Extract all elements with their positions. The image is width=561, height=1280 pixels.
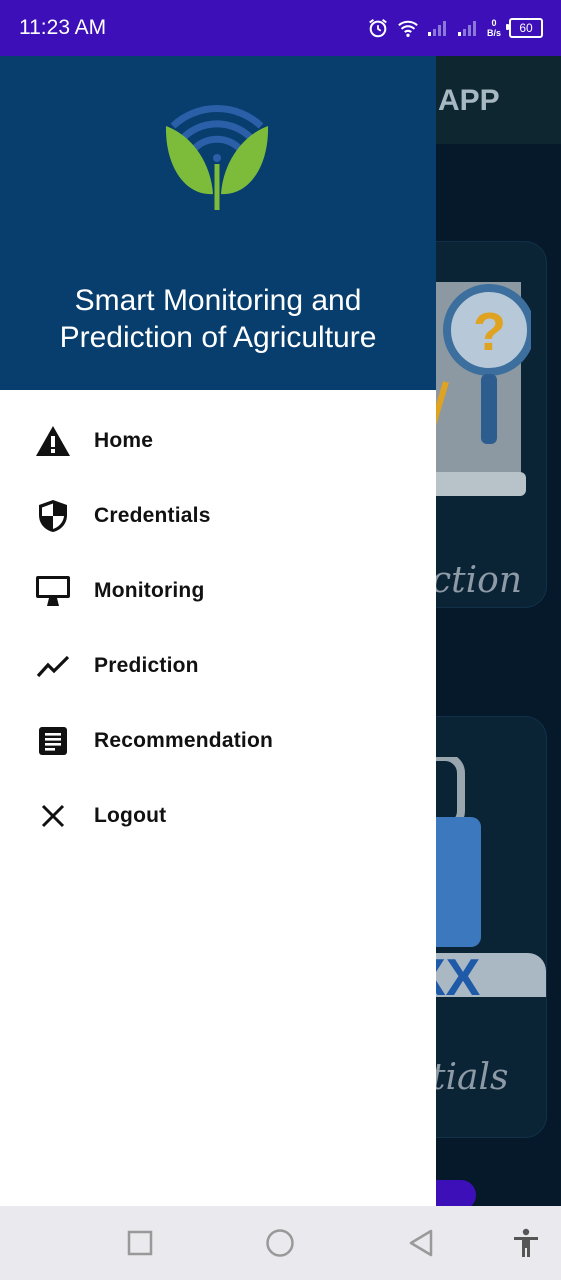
menu-label-recommendation: Recommendation — [94, 729, 273, 752]
menu-item-prediction[interactable]: Prediction — [0, 628, 436, 703]
status-icons: 0 B/s 60 — [367, 14, 543, 42]
menu-label-credentials: Credentials — [94, 504, 211, 527]
system-nav-bar — [0, 1206, 561, 1280]
close-icon — [34, 799, 72, 833]
shield-icon — [34, 499, 72, 533]
recent-apps-icon[interactable] — [127, 1230, 153, 1256]
card-label-prediction: ction — [431, 560, 523, 601]
drawer-menu: Home Credentials Monitoring Prediction R… — [0, 403, 436, 853]
drawer-title: Smart Monitoring and Prediction of Agric… — [59, 284, 377, 354]
status-time: 11:23 AM — [19, 16, 107, 39]
menu-item-home[interactable]: Home — [0, 403, 436, 478]
document-icon — [34, 724, 72, 758]
accessibility-icon[interactable] — [512, 1228, 540, 1258]
signal-icon-2 — [457, 21, 476, 36]
menu-label-logout: Logout — [94, 804, 167, 827]
menu-item-monitoring[interactable]: Monitoring — [0, 553, 436, 628]
svg-text:?: ? — [473, 302, 506, 362]
menu-item-credentials[interactable]: Credentials — [0, 478, 436, 553]
menu-item-recommendation[interactable]: Recommendation — [0, 703, 436, 778]
wifi-icon — [398, 20, 418, 37]
signal-icon-1 — [427, 21, 446, 36]
alarm-icon — [369, 18, 387, 38]
app-logo-icon — [165, 105, 269, 210]
menu-label-prediction: Prediction — [94, 654, 199, 677]
net-speed: 0 B/s — [486, 18, 501, 38]
menu-item-logout[interactable]: Logout — [0, 778, 436, 853]
home-icon[interactable] — [265, 1228, 295, 1258]
navigation-drawer: Smart Monitoring and Prediction of Agric… — [0, 56, 436, 1206]
menu-label-monitoring: Monitoring — [94, 579, 205, 602]
back-icon[interactable] — [408, 1229, 434, 1257]
app-title: APP — [438, 84, 500, 117]
trending-icon — [34, 649, 72, 683]
battery-icon: 60 — [506, 18, 543, 38]
monitor-icon — [34, 574, 72, 608]
drawer-header: Smart Monitoring and Prediction of Agric… — [0, 56, 436, 390]
warning-icon — [34, 424, 72, 458]
card-label-credentials: tials — [431, 1057, 509, 1098]
status-bar: 11:23 AM 0 B/s 60 — [0, 0, 561, 56]
menu-label-home: Home — [94, 429, 154, 452]
